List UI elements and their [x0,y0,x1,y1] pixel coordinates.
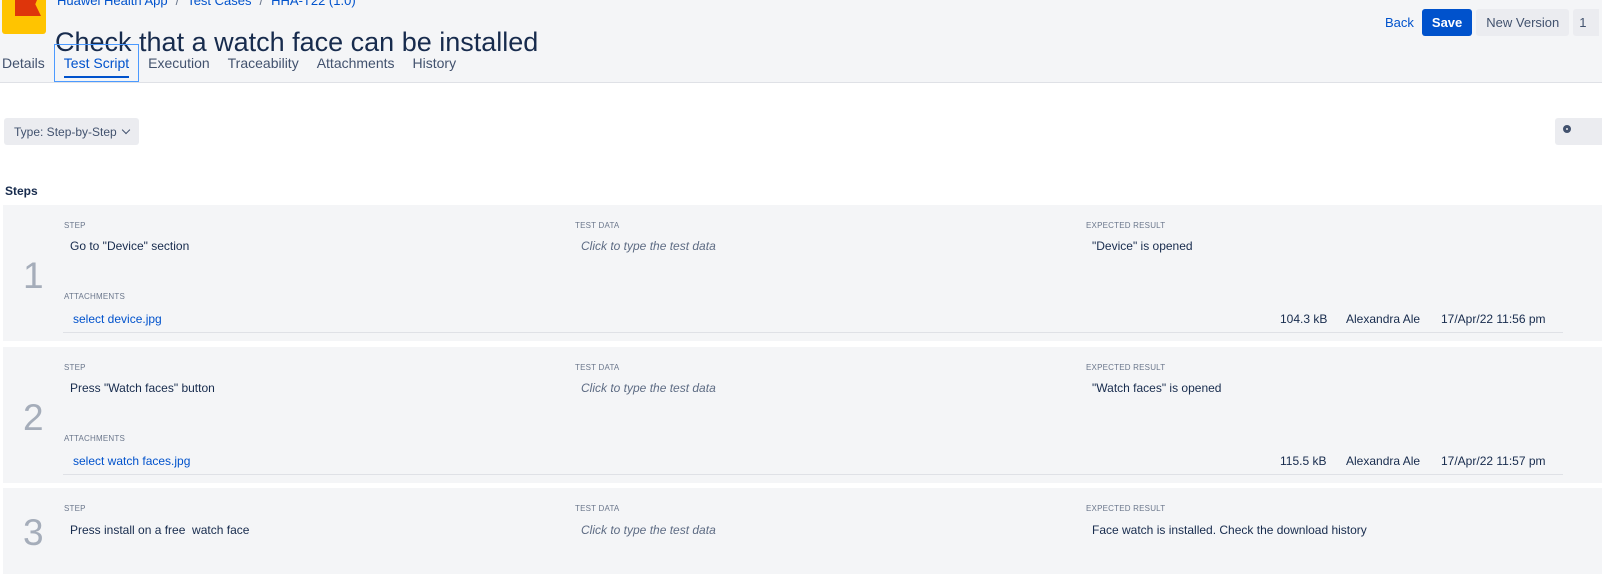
tab-test-script[interactable]: Test Script [53,44,140,82]
step-description[interactable]: Press "Watch faces" button [70,381,215,395]
attachment-date: 17/Apr/22 11:57 pm [1441,454,1546,468]
attachment-size: 115.5 kB [1280,454,1327,468]
attachment-link[interactable]: select watch faces.jpg [73,454,190,468]
breadcrumb-separator: / [259,0,264,8]
new-version-button[interactable]: New Version [1476,9,1570,36]
attachments-label: ATTACHMENTS [64,292,126,301]
flag-icon [15,0,41,16]
step-description[interactable]: Press install on a free watch face [70,523,249,537]
attachment-row: select device.jpg 104.3 kB Alexandra Ale… [63,306,1563,333]
step-number: 2 [23,397,44,438]
step-row: 1 STEP Go to "Device" section TEST DATA … [3,205,1602,341]
header-actions: Back Save New Version 1 [1381,9,1600,36]
attachments-label: ATTACHMENTS [64,434,126,443]
attachment-date: 17/Apr/22 11:56 pm [1441,312,1546,326]
step-label: STEP [64,363,86,372]
attachment-author: Alexandra Ale [1346,312,1421,326]
test-data-label: TEST DATA [575,221,620,230]
chevron-down-icon [121,125,130,135]
script-type-select[interactable]: Type: Step-by-Step [4,118,139,145]
test-data-field[interactable]: Click to type the test data [581,523,716,537]
step-label: STEP [64,221,86,230]
step-row: 3 STEP Press install on a free watch fac… [3,488,1602,574]
attachment-size: 104.3 kB [1280,312,1328,326]
expected-result-label: EXPECTED RESULT [1086,504,1166,513]
tab-traceability[interactable]: Traceability [219,44,308,82]
tab-execution[interactable]: Execution [139,44,218,82]
breadcrumb: Huawei Health App / Test Cases / HHA-T22 (1.… [57,0,356,8]
expected-result-value[interactable]: Face watch is installed. Check the downl… [1092,523,1367,537]
expected-result-label: EXPECTED RESULT [1086,221,1166,230]
attachment-row: select watch faces.jpg 115.5 kB Alexandr… [63,448,1563,475]
expected-result-value[interactable]: "Watch faces" is opened [1092,381,1221,395]
tab-attachments[interactable]: Attachments [308,44,404,82]
settings-button[interactable] [1555,118,1602,145]
expected-result-label: EXPECTED RESULT [1086,363,1166,372]
breadcrumb-separator: / [175,0,180,8]
step-row: 2 STEP Press "Watch faces" button TEST D… [3,347,1602,483]
attachment-link[interactable]: select device.jpg [73,312,162,326]
test-data-field[interactable]: Click to type the test data [581,381,716,395]
step-number: 3 [23,512,44,553]
save-button[interactable]: Save [1421,9,1473,36]
page-header: Huawei Health App / Test Cases / HHA-T22 (1.… [0,0,1602,83]
script-type-value: Type: Step-by-Step [14,124,117,139]
breadcrumb-project[interactable]: Huawei Health App [57,0,168,8]
step-label: STEP [64,504,86,513]
back-button[interactable]: Back [1381,15,1418,30]
tab-history[interactable]: History [404,44,466,82]
step-number: 1 [23,255,44,296]
tab-details[interactable]: Details [0,44,54,82]
breadcrumb-test-cases[interactable]: Test Cases [187,0,251,8]
attachment-author: Alexandra Ale [1346,454,1421,468]
steps-heading: Steps [5,184,38,198]
breadcrumb-test-case-key[interactable]: HHA-T22 (1.0) [271,0,356,8]
expected-result-value[interactable]: "Device" is opened [1092,239,1193,253]
step-description[interactable]: Go to "Device" section [70,239,189,253]
gear-icon [1563,125,1571,133]
project-logo[interactable] [2,0,46,34]
tab-bar: Details Test Script Execution Traceabili… [0,44,465,82]
test-data-label: TEST DATA [575,504,620,513]
test-data-label: TEST DATA [575,363,620,372]
test-data-field[interactable]: Click to type the test data [581,239,716,253]
more-button[interactable]: 1 [1573,9,1600,36]
